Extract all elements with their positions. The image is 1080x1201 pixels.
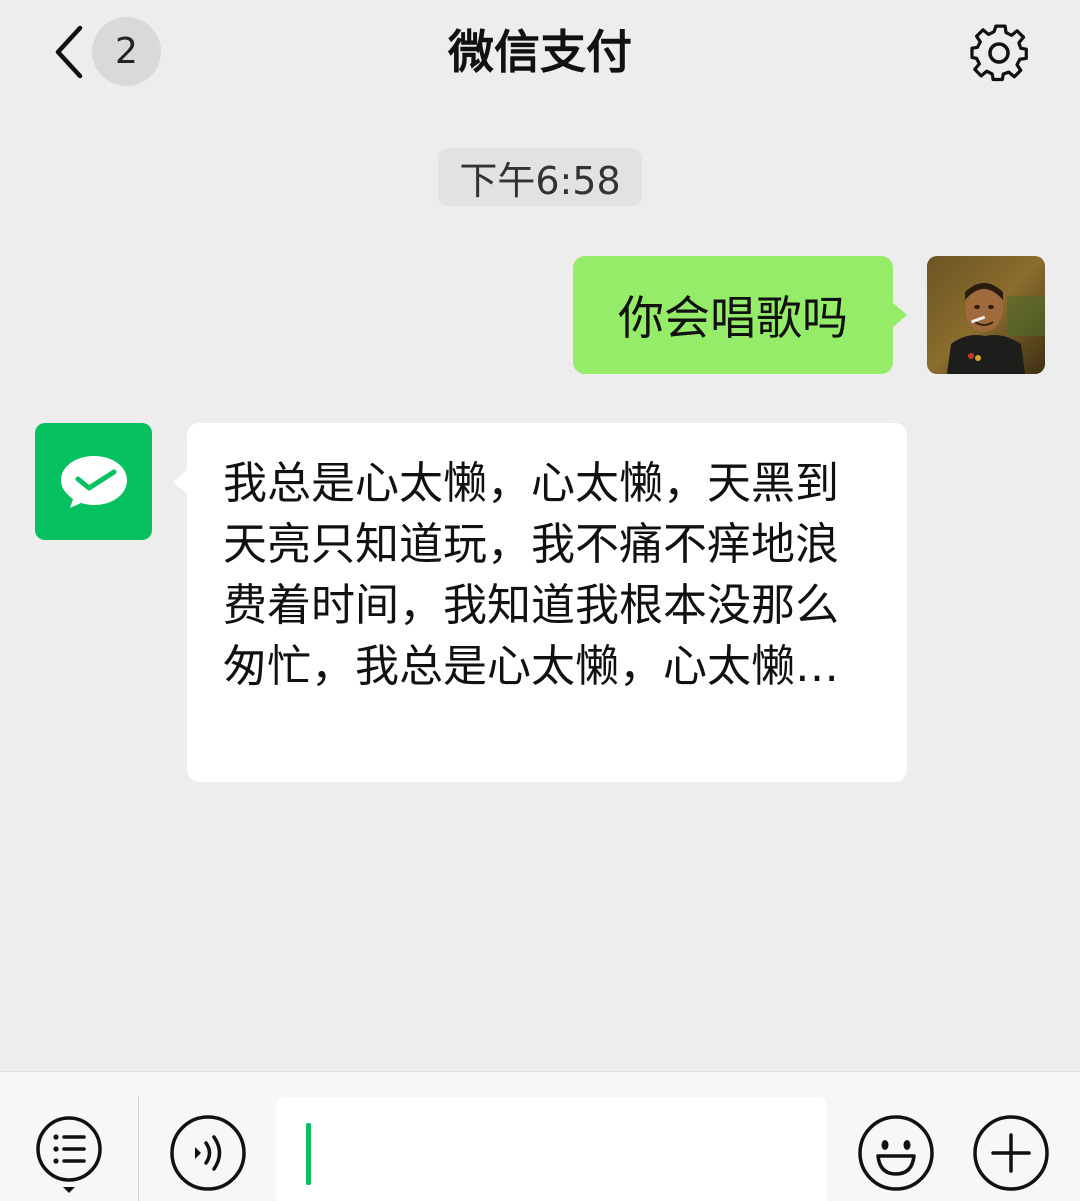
- voice-input-button[interactable]: [169, 1114, 247, 1192]
- nav-bar: 2 微信支付: [0, 0, 1080, 105]
- service-menu-button[interactable]: [35, 1115, 103, 1193]
- wechat-pay-logo-icon: [60, 455, 127, 508]
- user-photo-icon: [927, 256, 1045, 374]
- message-input[interactable]: [276, 1097, 827, 1201]
- emoji-icon: [858, 1115, 934, 1191]
- chat-timestamp: 下午6:58: [438, 148, 642, 206]
- settings-button[interactable]: [966, 20, 1032, 86]
- list-menu-icon: [36, 1116, 102, 1193]
- more-functions-button[interactable]: [972, 1114, 1050, 1192]
- user-avatar[interactable]: [927, 256, 1045, 374]
- input-bar-divider: [138, 1096, 139, 1201]
- voice-icon: [170, 1115, 246, 1191]
- gear-icon: [970, 24, 1028, 82]
- unread-count-badge[interactable]: 2: [92, 17, 161, 86]
- wechat-pay-avatar[interactable]: [35, 423, 152, 540]
- plus-icon: [973, 1115, 1049, 1191]
- page-title: 微信支付: [448, 25, 632, 79]
- chevron-left-icon: [55, 25, 83, 79]
- input-bar: [0, 1071, 1080, 1201]
- incoming-message-bubble[interactable]: 我总是心太懒，心太懒，天黑到天亮只知道玩，我不痛不痒地浪费着时间，我知道我根本没…: [173, 423, 907, 782]
- emoji-button[interactable]: [857, 1114, 935, 1192]
- outgoing-message-bubble[interactable]: 你会唱歌吗: [573, 256, 907, 374]
- text-cursor: [306, 1123, 311, 1185]
- back-button[interactable]: [38, 22, 98, 82]
